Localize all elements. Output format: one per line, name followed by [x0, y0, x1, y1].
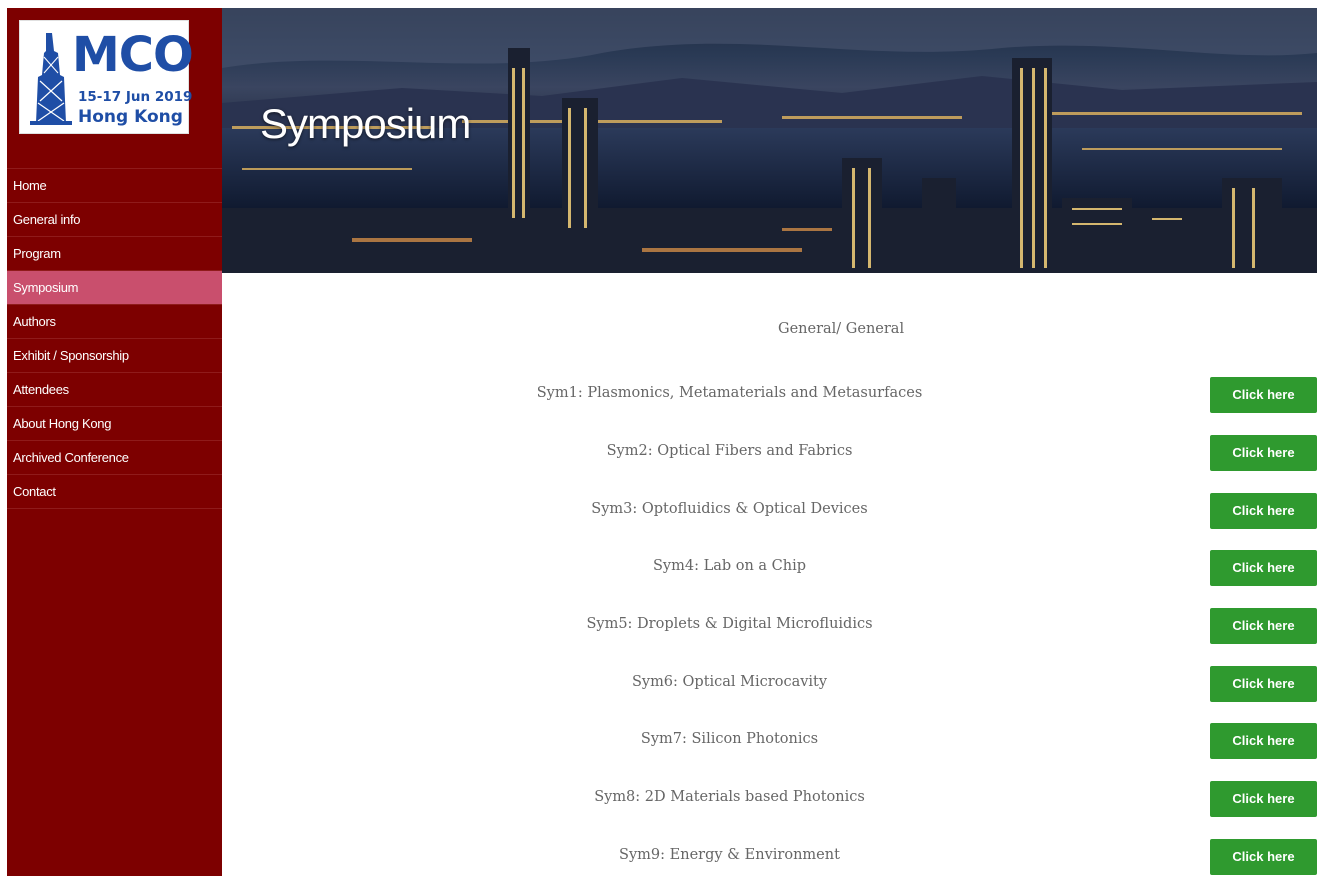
click-here-button[interactable]: Click here: [1210, 608, 1317, 644]
symposium-title: Sym8: 2D Materials based Photonics: [594, 789, 865, 805]
nav-item-authors[interactable]: Authors: [7, 305, 222, 339]
symposium-row: Sym3: Optofluidics & Optical Devices Cli…: [222, 493, 1317, 529]
symposium-title: Sym5: Droplets & Digital Microfluidics: [586, 616, 873, 632]
nav-item-home[interactable]: Home: [7, 169, 222, 203]
logo-city: Hong Kong: [78, 107, 183, 127]
bank-tower-icon: [30, 33, 72, 125]
click-here-button[interactable]: Click here: [1210, 723, 1317, 759]
page-title: Symposium: [260, 100, 471, 147]
nav-item-general-info[interactable]: General info: [7, 203, 222, 237]
symposium-row: Sym5: Droplets & Digital Microfluidics C…: [222, 608, 1317, 644]
symposium-row: Sym2: Optical Fibers and Fabrics Click h…: [222, 435, 1317, 471]
nav-item-contact[interactable]: Contact: [7, 475, 222, 509]
symposium-row: Sym8: 2D Materials based Photonics Click…: [222, 781, 1317, 817]
symposium-title: Sym7: Silicon Photonics: [640, 731, 819, 747]
main-nav: Home General info Program Symposium Auth…: [7, 168, 222, 509]
sidebar: MCO 15-17 Jun 2019 Hong Kong Home Genera…: [7, 8, 222, 876]
symposium-row: Sym4: Lab on a Chip Click here: [222, 550, 1317, 586]
symposium-list: General/ General Sym1: Plasmonics, Metam…: [222, 273, 1317, 876]
symposium-row: Sym9: Energy & Environment Click here: [222, 839, 1317, 875]
header-banner: Symposium: [222, 8, 1317, 273]
symposium-title: Sym6: Optical Microcavity: [631, 674, 828, 690]
nav-item-symposium[interactable]: Symposium: [7, 271, 222, 305]
nav-item-program[interactable]: Program: [7, 237, 222, 271]
conference-logo[interactable]: MCO 15-17 Jun 2019 Hong Kong: [19, 20, 194, 134]
click-here-button[interactable]: Click here: [1210, 435, 1317, 471]
nav-item-about-hong-kong[interactable]: About Hong Kong: [7, 407, 222, 441]
click-here-button[interactable]: Click here: [1210, 666, 1317, 702]
nav-item-archived-conference[interactable]: Archived Conference: [7, 441, 222, 475]
logo-acronym: MCO: [72, 27, 194, 83]
click-here-button[interactable]: Click here: [1210, 493, 1317, 529]
click-here-button[interactable]: Click here: [1210, 781, 1317, 817]
symposium-title: Sym2: Optical Fibers and Fabrics: [606, 443, 853, 459]
click-here-button[interactable]: Click here: [1210, 839, 1317, 875]
symposium-title: Sym4: Lab on a Chip: [652, 558, 807, 574]
section-heading: General/ General: [778, 321, 905, 337]
symposium-row: Sym1: Plasmonics, Metamaterials and Meta…: [222, 377, 1317, 413]
nav-item-exhibit-sponsorship[interactable]: Exhibit / Sponsorship: [7, 339, 222, 373]
symposium-row: Sym7: Silicon Photonics Click here: [222, 723, 1317, 759]
symposium-title: Sym9: Energy & Environment: [619, 847, 840, 863]
symposium-title: Sym1: Plasmonics, Metamaterials and Meta…: [536, 385, 923, 401]
click-here-button[interactable]: Click here: [1210, 550, 1317, 586]
logo-dates: 15-17 Jun 2019: [78, 89, 193, 105]
symposium-row: Sym6: Optical Microcavity Click here: [222, 666, 1317, 702]
symposium-title: Sym3: Optofluidics & Optical Devices: [591, 501, 868, 517]
click-here-button[interactable]: Click here: [1210, 377, 1317, 413]
nav-item-attendees[interactable]: Attendees: [7, 373, 222, 407]
